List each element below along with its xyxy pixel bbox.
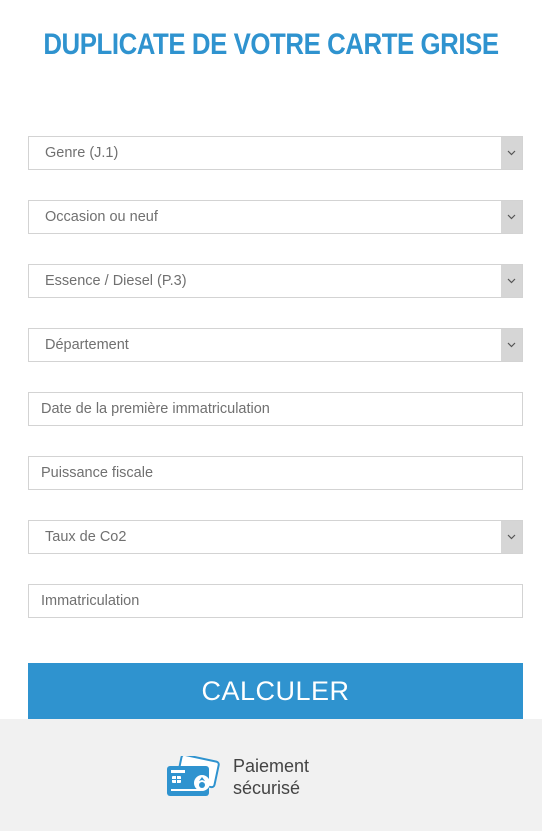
genre-select-value: Genre (J.1)	[45, 145, 119, 161]
departement-select-value: Département	[45, 337, 129, 353]
immatriculation-input[interactable]: Immatriculation	[28, 584, 523, 618]
secure-payment-line1: Paiement	[233, 756, 310, 776]
chevron-down-icon[interactable]	[501, 521, 522, 553]
energie-select[interactable]: Essence / Diesel (P.3)	[28, 264, 523, 298]
calculer-button[interactable]: CALCULER	[28, 663, 523, 719]
occasion-select-value: Occasion ou neuf	[45, 209, 158, 225]
credit-card-icon	[165, 753, 221, 805]
secure-payment-footer: Paiement sécurisé	[0, 719, 542, 831]
co2-select-value: Taux de Co2	[45, 529, 127, 545]
co2-select[interactable]: Taux de Co2	[28, 520, 523, 554]
puissance-input[interactable]: Puissance fiscale	[28, 456, 523, 490]
page-title: DUPLICATE DE VOTRE CARTE GRISE	[43, 28, 499, 61]
immatriculation-input-placeholder: Immatriculation	[41, 593, 140, 609]
occasion-select[interactable]: Occasion ou neuf	[28, 200, 523, 234]
energie-select-value: Essence / Diesel (P.3)	[45, 273, 187, 289]
quote-form: Genre (J.1) Occasion ou neuf Essence / D…	[28, 136, 523, 648]
puissance-input-placeholder: Puissance fiscale	[41, 465, 154, 481]
chevron-down-icon[interactable]	[501, 329, 522, 361]
chevron-down-icon[interactable]	[501, 137, 522, 169]
date-input[interactable]: Date de la première immatriculation	[28, 392, 523, 426]
date-input-placeholder: Date de la première immatriculation	[41, 401, 270, 417]
chevron-down-icon[interactable]	[501, 201, 522, 233]
genre-select[interactable]: Genre (J.1)	[28, 136, 523, 170]
chevron-down-icon[interactable]	[501, 265, 522, 297]
departement-select[interactable]: Département	[28, 328, 523, 362]
secure-payment-line2: sécurisé	[233, 778, 301, 798]
secure-payment-label: Paiement sécurisé	[233, 755, 309, 799]
